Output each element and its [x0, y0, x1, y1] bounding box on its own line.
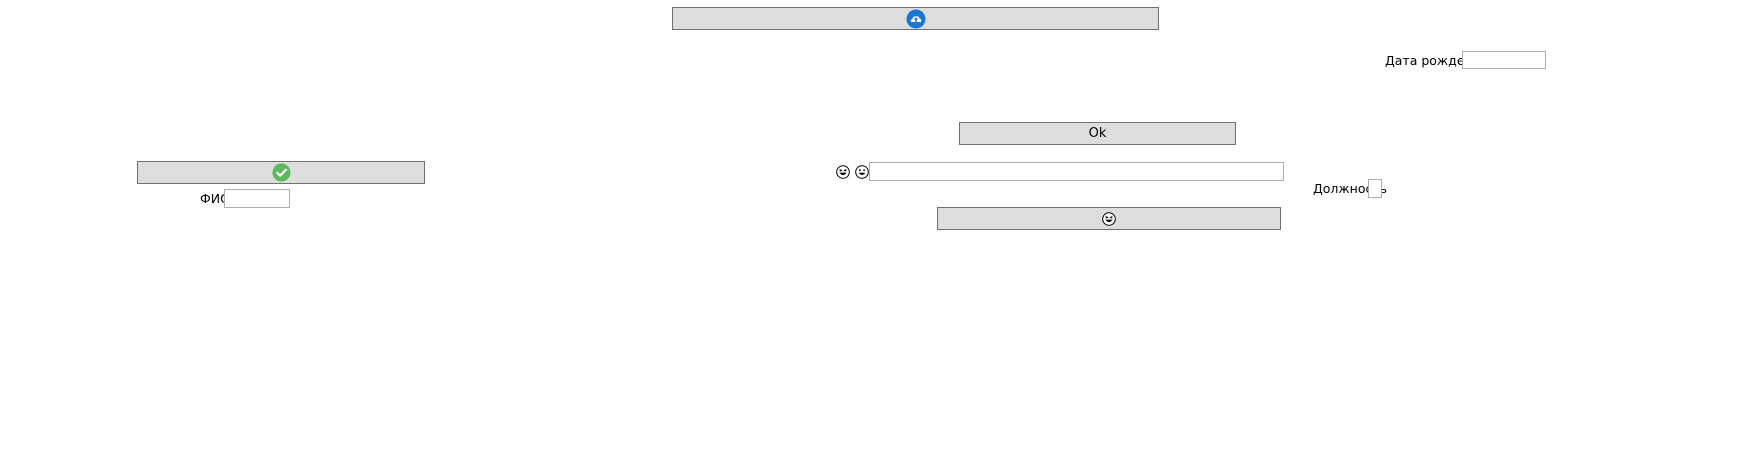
fio-field[interactable]	[224, 189, 290, 208]
emoji-button[interactable]	[937, 207, 1281, 230]
ok-button-label: Ok	[1088, 126, 1107, 141]
cloud-upload-button[interactable]	[672, 7, 1159, 30]
emoji-text-field[interactable]	[869, 162, 1284, 181]
grinning-squint-emoji-icon	[836, 165, 850, 179]
check-circle-icon	[271, 163, 291, 182]
check-button[interactable]	[137, 161, 425, 184]
birth-date-field[interactable]	[1462, 51, 1546, 69]
grinning-squint-emoji-icon	[1102, 211, 1116, 226]
cloud-upload-icon	[906, 9, 926, 29]
ok-button[interactable]: Ok	[959, 122, 1236, 145]
position-field[interactable]	[1368, 179, 1382, 198]
smiling-emoji-icon	[855, 165, 869, 179]
